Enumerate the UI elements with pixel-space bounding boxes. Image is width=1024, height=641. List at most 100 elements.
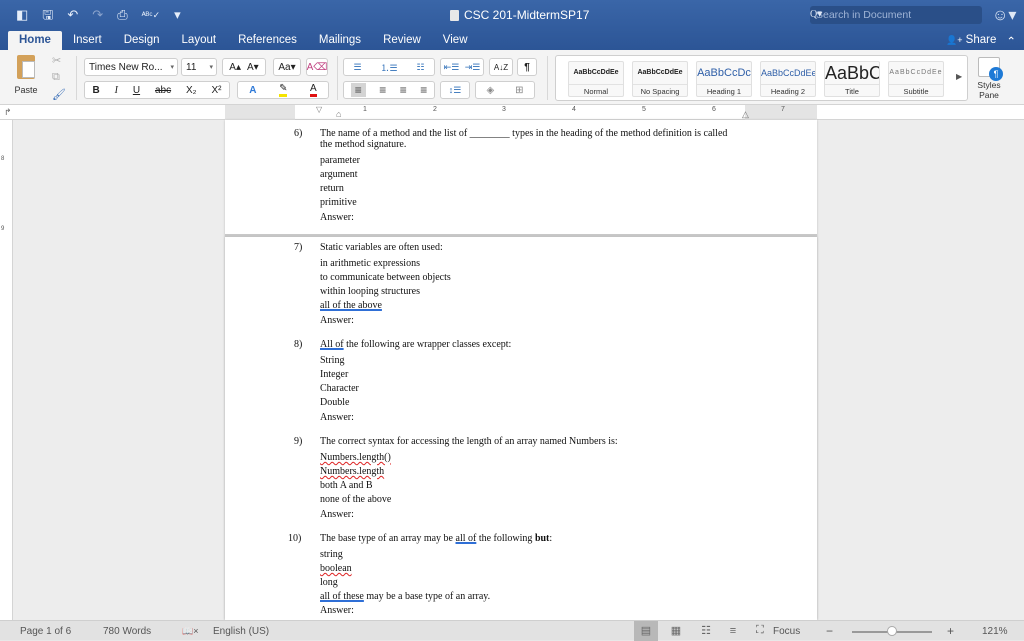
chevron-down-icon: ▾ bbox=[170, 64, 174, 71]
style-title[interactable]: AaBbC Title bbox=[824, 61, 880, 97]
zoom-level[interactable]: 121% bbox=[982, 626, 1008, 637]
justify-button[interactable]: ≡ bbox=[420, 83, 427, 97]
grammar-flagged-text[interactable]: all of these bbox=[320, 591, 364, 602]
share-label: Share bbox=[965, 34, 997, 46]
option: argument bbox=[320, 169, 358, 180]
style-heading-2[interactable]: AaBbCcDdEe Heading 2 bbox=[760, 61, 816, 97]
decrease-indent-button[interactable]: ⇤☰ bbox=[444, 62, 460, 73]
borders-button[interactable]: ⊞ bbox=[515, 85, 523, 96]
first-line-indent-marker[interactable]: ▽ bbox=[316, 105, 322, 114]
highlight-button[interactable]: ✎ bbox=[279, 83, 288, 97]
align-left-button[interactable]: ≡ bbox=[350, 83, 366, 97]
tab-insert[interactable]: Insert bbox=[62, 31, 113, 50]
align-center-button[interactable]: ≡ bbox=[379, 83, 386, 97]
shading-borders-buttons: ◈ ⊞ bbox=[475, 81, 535, 99]
document-canvas[interactable]: 6) The name of a method and the list of … bbox=[13, 120, 1024, 620]
focus-icon[interactable]: ⛶ bbox=[756, 624, 764, 637]
chevron-down-icon: ▾ bbox=[209, 64, 213, 71]
sort-button[interactable]: A↓Z bbox=[489, 58, 513, 76]
sidebar-toggle-icon[interactable]: ◧ bbox=[16, 6, 28, 24]
align-right-button[interactable]: ≡ bbox=[400, 83, 407, 97]
font-color-button[interactable]: A bbox=[310, 83, 317, 97]
multilevel-list-button[interactable]: ☷ bbox=[416, 62, 424, 73]
font-size-dropdown[interactable]: 11 ▾ bbox=[181, 58, 217, 76]
question-text-mid: the following bbox=[476, 533, 535, 544]
tab-review[interactable]: Review bbox=[372, 31, 432, 50]
cut-icon[interactable]: ✂ bbox=[52, 54, 66, 67]
share-button[interactable]: 👤+ Share ⌃ bbox=[946, 34, 1016, 48]
line-spacing-button[interactable]: ↕☰ bbox=[440, 81, 470, 99]
underline-button[interactable]: U bbox=[133, 85, 140, 96]
title-bar: ◧ 🖫 ↶ ↷ ⎙ ᴬᴮᶜ✓ ▾ CSC 201-MidtermSP17 Q▾ … bbox=[0, 0, 1024, 50]
group-divider bbox=[337, 56, 338, 100]
redo-icon[interactable]: ↷ bbox=[92, 6, 103, 24]
web-layout-icon[interactable]: ▦ bbox=[664, 621, 688, 641]
proofing-icon[interactable]: 📖× bbox=[182, 626, 198, 637]
tab-layout[interactable]: Layout bbox=[171, 31, 228, 50]
undo-icon[interactable]: ↶ bbox=[67, 6, 78, 24]
zoom-in-button[interactable]: + bbox=[947, 624, 954, 638]
bullets-button[interactable]: ☰ bbox=[353, 62, 361, 73]
strikethrough-button[interactable]: abc bbox=[155, 85, 171, 96]
tab-mailings[interactable]: Mailings bbox=[308, 31, 372, 50]
ruler-number: 5 bbox=[642, 106, 646, 113]
tab-selector-icon[interactable]: ↱ bbox=[4, 107, 12, 118]
italic-button[interactable]: I bbox=[115, 85, 118, 96]
customize-toolbar-icon[interactable]: ▾ bbox=[174, 6, 181, 24]
word-count[interactable]: 780 Words bbox=[103, 626, 151, 637]
style-subtitle[interactable]: AaBbCcDdEe Subtitle bbox=[888, 61, 944, 97]
style-heading-1[interactable]: AaBbCcDc Heading 1 bbox=[696, 61, 752, 97]
document-page[interactable]: 7) Static variables are often used: in a… bbox=[225, 237, 817, 620]
answer-label: Answer: bbox=[320, 509, 354, 520]
question-text: All of the following are wrapper classes… bbox=[320, 339, 740, 350]
paste-button[interactable]: Paste bbox=[8, 55, 44, 95]
language[interactable]: English (US) bbox=[213, 626, 269, 637]
feedback-icon[interactable]: ☺▾ bbox=[992, 5, 1016, 25]
draft-icon[interactable]: ≡ bbox=[721, 621, 745, 641]
hanging-indent-marker[interactable]: ⌂ bbox=[336, 109, 341, 119]
clear-formatting-button[interactable]: A⌫ bbox=[306, 58, 328, 76]
collapse-ribbon-icon[interactable]: ⌃ bbox=[1006, 34, 1016, 48]
spelling-check-icon[interactable]: ᴬᴮᶜ✓ bbox=[142, 6, 161, 24]
styles-pane-button[interactable]: Styles Pane bbox=[974, 57, 1004, 100]
search-input[interactable]: Q▾ Search in Document bbox=[810, 6, 982, 24]
grow-font-button[interactable]: A▴ bbox=[229, 62, 241, 73]
print-icon[interactable]: ⎙ bbox=[117, 6, 127, 24]
zoom-out-button[interactable]: − bbox=[826, 624, 833, 638]
copy-icon[interactable]: ⧉ bbox=[52, 71, 66, 84]
grammar-flagged-text[interactable]: All of bbox=[320, 339, 344, 350]
outline-icon[interactable]: ☷ bbox=[694, 621, 718, 641]
format-painter-icon[interactable]: 🖌 bbox=[52, 88, 66, 101]
horizontal-ruler[interactable]: ↱ 1 2 3 4 5 6 7 ▽ ⌂ △ bbox=[0, 105, 1024, 120]
subscript-button[interactable]: X₂ bbox=[186, 85, 197, 96]
zoom-slider-thumb[interactable] bbox=[887, 626, 897, 636]
save-icon[interactable]: 🖫 bbox=[42, 6, 53, 24]
style-name: Heading 1 bbox=[697, 84, 751, 96]
page-count[interactable]: Page 1 of 6 bbox=[20, 626, 71, 637]
text-effects-button[interactable]: A bbox=[249, 85, 256, 96]
style-sample: AaBbCcDdEe bbox=[889, 69, 943, 76]
change-case-button[interactable]: Aa▾ bbox=[273, 58, 301, 76]
style-no-spacing[interactable]: AaBbCcDdEe No Spacing bbox=[632, 61, 688, 97]
tab-design[interactable]: Design bbox=[113, 31, 171, 50]
style-normal[interactable]: AaBbCcDdEe Normal bbox=[568, 61, 624, 97]
tab-references[interactable]: References bbox=[227, 31, 308, 50]
vertical-ruler[interactable]: 8 9 bbox=[0, 120, 13, 620]
numbering-button[interactable]: ⒈☰ bbox=[380, 61, 397, 74]
font-name-dropdown[interactable]: Times New Ro... ▾ bbox=[84, 58, 178, 76]
answer-label: Answer: bbox=[320, 212, 354, 223]
right-indent-marker[interactable]: △ bbox=[742, 109, 749, 120]
tab-home[interactable]: Home bbox=[8, 31, 62, 50]
shading-button[interactable]: ◈ bbox=[486, 85, 494, 96]
increase-indent-button[interactable]: ⇥☰ bbox=[465, 62, 481, 73]
gallery-more-icon[interactable]: ▶ bbox=[956, 72, 962, 81]
tab-view[interactable]: View bbox=[432, 31, 479, 50]
grammar-flagged-text[interactable]: all of bbox=[456, 533, 477, 544]
focus-mode-button[interactable]: Focus bbox=[773, 626, 800, 637]
show-formatting-marks-button[interactable]: ¶ bbox=[517, 58, 537, 76]
print-layout-icon[interactable]: ▤ bbox=[634, 621, 658, 641]
superscript-button[interactable]: X² bbox=[211, 85, 221, 96]
shrink-font-button[interactable]: A▾ bbox=[247, 62, 259, 73]
bold-button[interactable]: B bbox=[92, 85, 99, 96]
option: in arithmetic expressions bbox=[320, 258, 420, 269]
